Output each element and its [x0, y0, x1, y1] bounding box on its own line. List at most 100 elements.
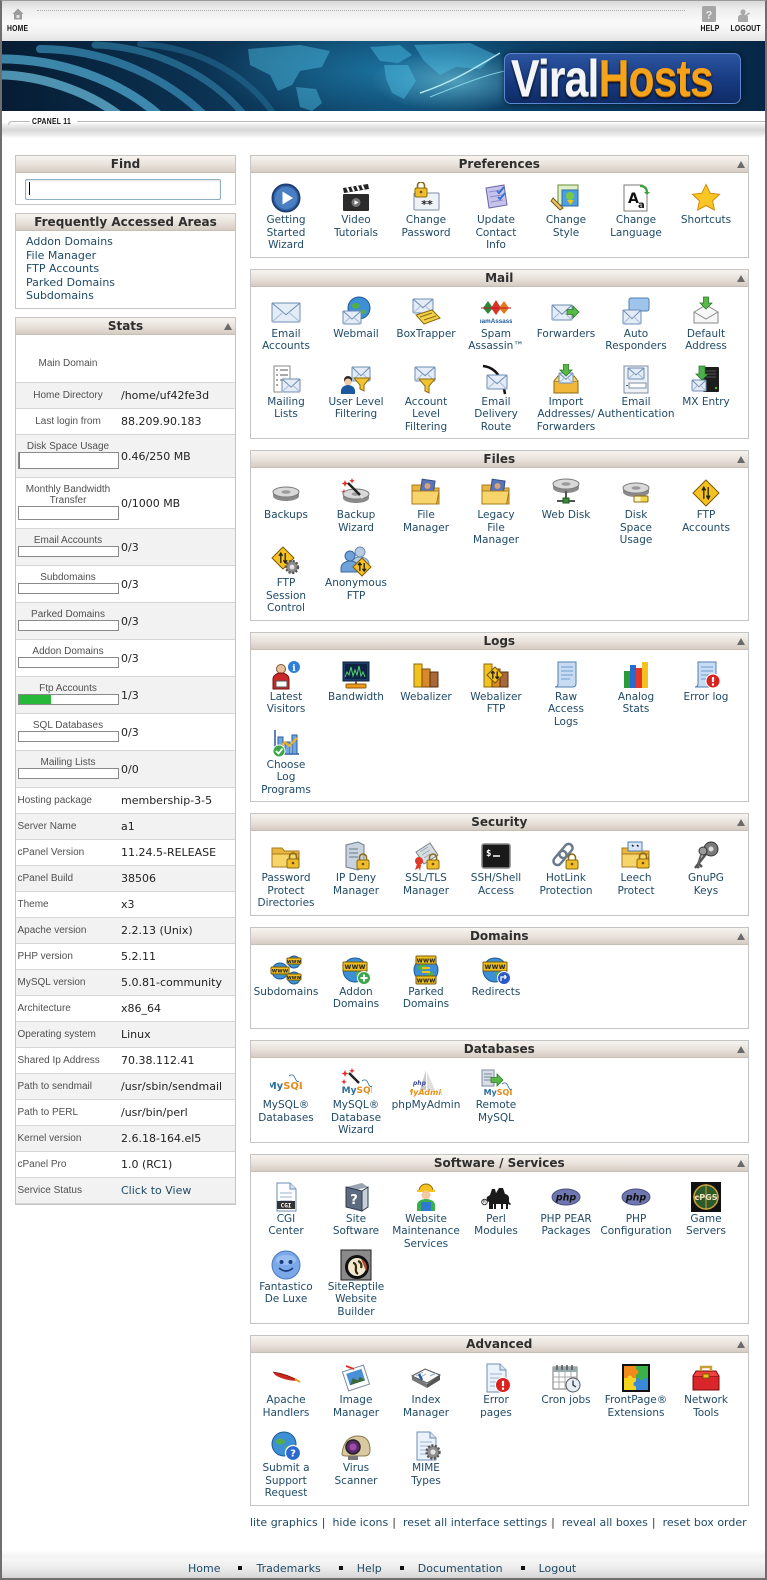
item-parked-domains[interactable]: www www Parked Domains — [391, 954, 461, 1022]
ftp-gear-icon[interactable] — [270, 545, 302, 577]
item-label[interactable]: PHP Configuration — [600, 1213, 671, 1238]
item-label[interactable]: BoxTrapper — [396, 328, 455, 341]
item-label[interactable]: Apache Handlers — [258, 1394, 314, 1419]
item-change-language[interactable]: Aa Change Language — [601, 182, 671, 250]
item-label[interactable]: Getting Started Wizard — [258, 214, 314, 252]
chain-lock-icon[interactable] — [550, 840, 582, 872]
cgi-doc-icon[interactable]: CGI — [270, 1181, 302, 1213]
item-ftp-accounts[interactable]: FTP Accounts — [671, 477, 741, 545]
stat-value-link[interactable]: Click to View — [120, 1184, 191, 1197]
collapse-triangle-icon[interactable] — [736, 932, 745, 940]
item-video-tutorials[interactable]: Video Tutorials — [321, 182, 391, 250]
item-email-delivery-route[interactable]: Email Delivery Route — [461, 364, 531, 434]
mx-server-icon[interactable] — [690, 364, 722, 396]
item-getting-started-wizard[interactable]: Getting Started Wizard — [251, 182, 321, 252]
item-label[interactable]: Webmail — [328, 328, 384, 341]
item-label[interactable]: Update Contact Info — [468, 214, 524, 252]
item-label[interactable]: Redirects — [468, 986, 524, 999]
item-label[interactable]: PHP PEAR Packages — [538, 1213, 594, 1238]
item-apache-handlers[interactable]: Apache Handlers — [251, 1362, 321, 1430]
frequent-link-addon-domains[interactable]: Addon Domains — [26, 235, 235, 249]
item-label[interactable]: Change Password — [398, 214, 454, 239]
item-cron-jobs[interactable]: Cron jobs — [531, 1362, 601, 1430]
item-disk-space-usage[interactable]: Disk Space Usage — [601, 477, 671, 546]
item-game-servers[interactable]: cPGS Game Servers — [671, 1181, 741, 1249]
item-label[interactable]: Subdomains — [254, 986, 319, 999]
www-add-icon[interactable]: www — [340, 954, 372, 986]
item-webmail[interactable]: Webmail — [321, 296, 391, 364]
envelope-icon[interactable] — [270, 296, 302, 328]
item-site-software[interactable]: ? Site Software — [321, 1181, 391, 1249]
item-label[interactable]: Latest Visitors — [258, 691, 314, 716]
item-label[interactable]: Email Delivery Route — [468, 396, 524, 434]
item-label[interactable]: Backups — [258, 509, 314, 522]
item-gnupg-keys[interactable]: GnuPG Keys — [671, 840, 741, 908]
item-label[interactable]: Error pages — [468, 1394, 524, 1419]
calendar-clock-icon[interactable] — [550, 1362, 582, 1394]
item-webalizer[interactable]: Webalizer — [391, 659, 461, 727]
item-label[interactable]: Video Tutorials — [328, 214, 384, 239]
item-label[interactable]: User Level Filtering — [328, 396, 384, 421]
item-label[interactable]: Leech Protect — [608, 872, 664, 897]
www-parked-icon[interactable]: www www — [410, 954, 442, 986]
item-label[interactable]: Analog Stats — [608, 691, 664, 716]
item-import-addresses-forwarders[interactable]: Import Addresses/​Forwarders — [531, 363, 601, 433]
item-analog-stats[interactable]: Analog Stats — [601, 659, 671, 727]
phpmyadmin-icon[interactable]: phpMyAdmin — [405, 1067, 447, 1099]
item-anonymous-ftp[interactable]: Anonymous FTP — [321, 545, 391, 613]
item-ssh-shell-access[interactable]: $ SSH/Shell Access — [461, 840, 531, 908]
item-php-pear-packages[interactable]: php PHP PEAR Packages — [531, 1181, 601, 1249]
item-label[interactable]: Change Style — [538, 214, 594, 239]
hide-icons-link[interactable]: hide icons — [332, 1516, 388, 1529]
network-disk-icon[interactable] — [550, 477, 582, 509]
item-addon-domains[interactable]: www Addon Domains — [321, 954, 391, 1022]
item-submit-a-support-request[interactable]: ? Submit a Support Request — [251, 1430, 321, 1500]
item-cgi-center[interactable]: CGI CGI Center — [251, 1181, 321, 1249]
item-label[interactable]: Website Maintenance Services — [392, 1213, 460, 1251]
password-lock-icon[interactable]: ** — [410, 181, 442, 214]
item-label[interactable]: Raw Access Logs — [538, 691, 594, 729]
anonymous-ftp-icon[interactable] — [340, 545, 372, 577]
item-label[interactable]: Email Accounts — [258, 328, 314, 353]
item-label[interactable]: File Manager — [398, 509, 454, 534]
item-choose-log-programs[interactable]: Choose Log Programs — [251, 727, 321, 796]
mime-doc-icon[interactable] — [410, 1430, 442, 1462]
item-remote-mysql[interactable]: MySQL Remote MySQL — [461, 1067, 531, 1135]
item-change-style[interactable]: Change Style — [531, 182, 601, 250]
item-ip-deny-manager[interactable]: IP Deny Manager — [321, 840, 391, 908]
item-backup-wizard[interactable]: Backup Wizard — [321, 477, 391, 545]
item-raw-access-logs[interactable]: Raw Access Logs — [531, 659, 601, 729]
item-update-contact-info[interactable]: Update Contact Info — [461, 182, 531, 252]
collapse-triangle-icon[interactable] — [736, 456, 745, 463]
webalizer-icon[interactable] — [410, 659, 442, 691]
item-label[interactable]: Cron jobs — [538, 1394, 594, 1407]
disk-usage-icon[interactable] — [620, 477, 652, 509]
item-label[interactable]: IP Deny Manager — [328, 872, 384, 897]
frequent-link-parked-domains[interactable]: Parked Domains — [26, 276, 235, 290]
collapse-triangle-icon[interactable] — [736, 274, 745, 282]
item-label[interactable]: Bandwidth — [328, 691, 384, 704]
item-label[interactable]: GnuPG Keys — [678, 872, 734, 897]
visitors-info-icon[interactable]: i — [270, 659, 302, 691]
reset-box-order-link[interactable]: reset box order — [663, 1516, 747, 1529]
certificate-lock-icon[interactable] — [410, 840, 442, 872]
item-label[interactable]: Perl Modules — [468, 1213, 524, 1238]
item-label[interactable]: Image Manager — [328, 1394, 384, 1419]
spamassassin-icon[interactable]: SpamAssassin — [474, 296, 519, 328]
mailing-list-icon[interactable] — [270, 364, 302, 396]
item-website-maintenance-services[interactable]: Website Maintenance Services — [391, 1181, 461, 1251]
item-ftp-session-control[interactable]: FTP Session Control — [251, 545, 321, 614]
server-lock-icon[interactable] — [340, 840, 372, 872]
item-label[interactable]: Email Authentication — [597, 396, 674, 421]
item-label[interactable]: Submit a Support Request — [258, 1462, 314, 1500]
user-filter-icon[interactable] — [340, 364, 372, 396]
item-label[interactable]: MIME Types — [398, 1462, 454, 1487]
item-leech-protect[interactable]: Leech Protect — [601, 840, 671, 908]
item-mime-types[interactable]: MIME Types — [391, 1430, 461, 1498]
item-web-disk[interactable]: Web Disk — [531, 477, 601, 545]
item-label[interactable]: Virus Scanner — [328, 1462, 384, 1487]
disk-wand-icon[interactable] — [340, 477, 372, 509]
www-globes-icon[interactable]: www www www — [270, 954, 302, 986]
item-sitereptile-website-builder[interactable]: SiteReptile Website Builder — [321, 1249, 391, 1318]
item-bandwidth[interactable]: Bandwidth — [321, 659, 391, 727]
